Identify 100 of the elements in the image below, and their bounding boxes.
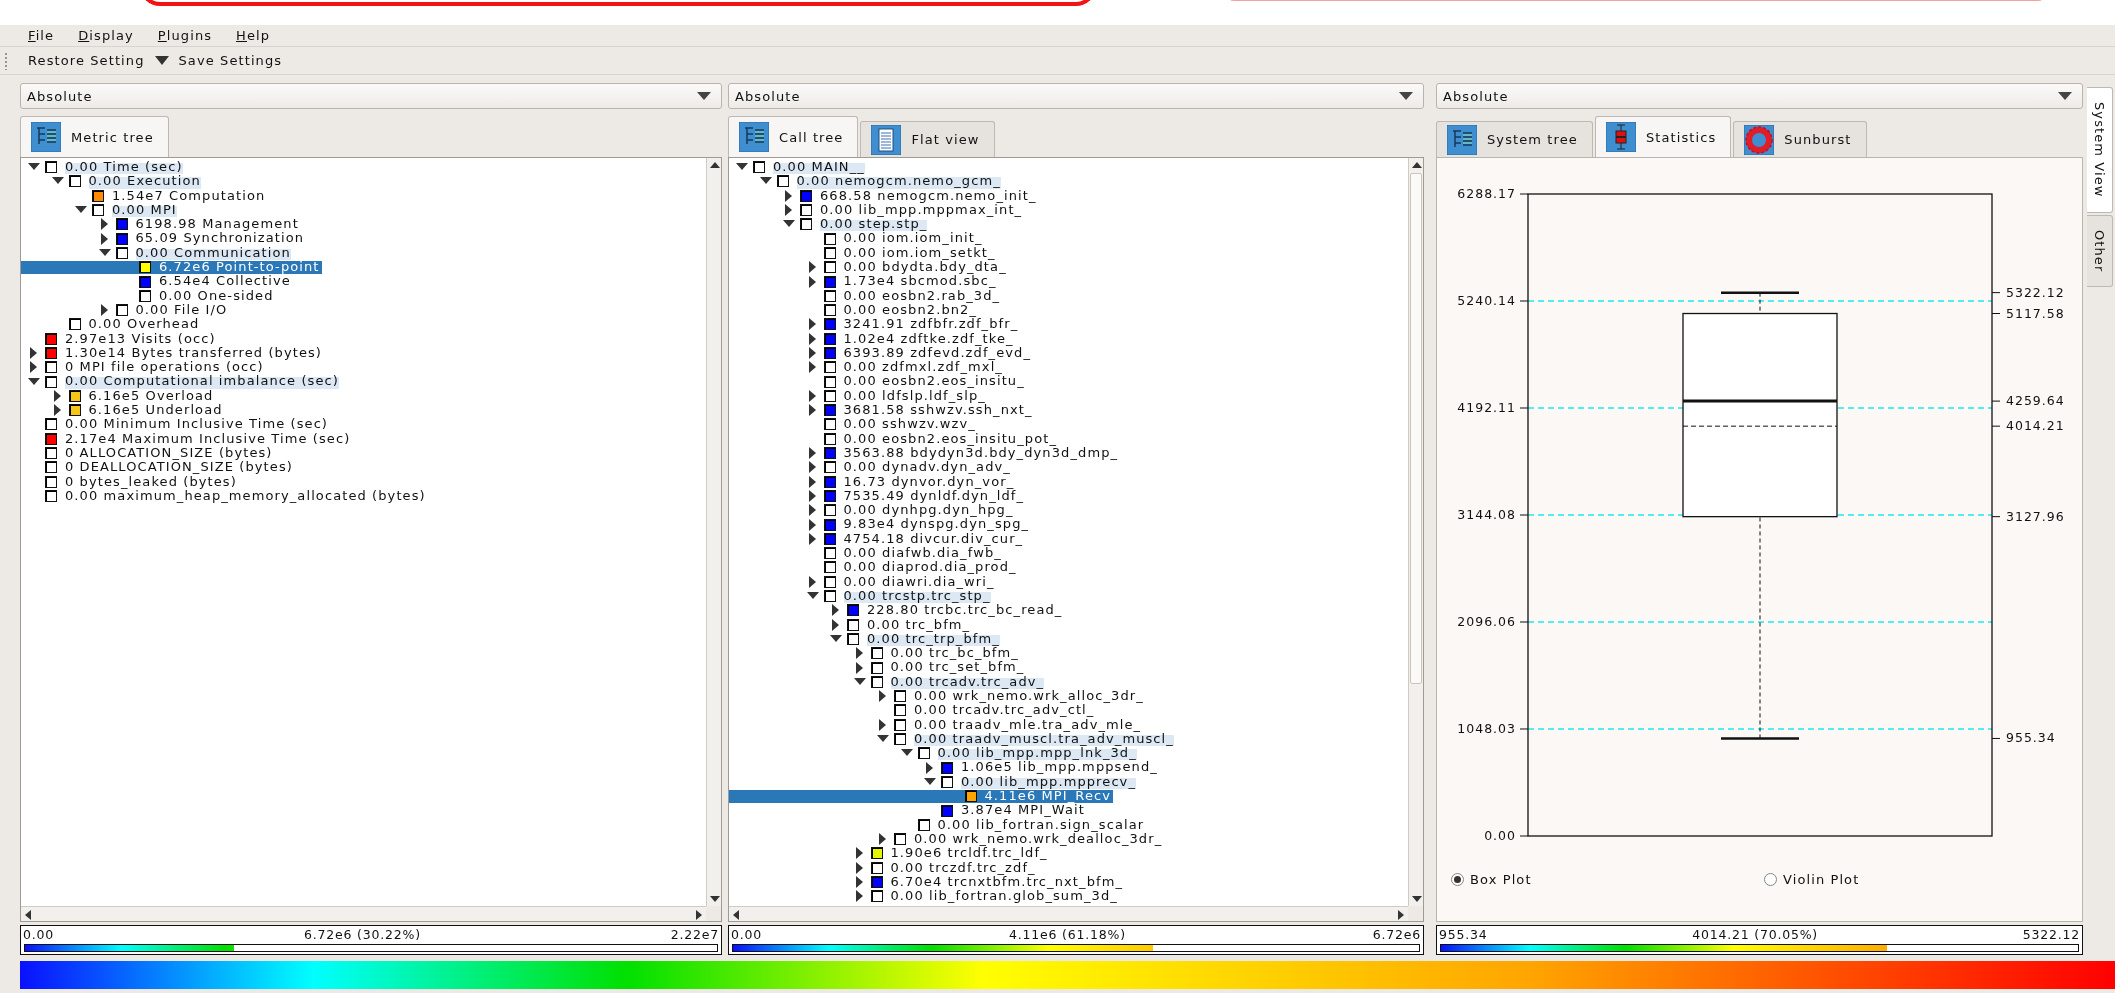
tree-item[interactable]: 0.00 lib_fortran.sign_scalar: [729, 817, 1147, 832]
tree-item[interactable]: 0.00 Overhead: [21, 317, 202, 332]
tree-item[interactable]: 0.00 eosbn2.rab_3d_: [729, 288, 1003, 303]
tree-item[interactable]: 7535.49 dynldf.dyn_ldf_: [729, 488, 1027, 504]
tree-item[interactable]: 0.00 trcadv.trc_adv_ctl_: [729, 703, 1097, 718]
tree-item[interactable]: 3241.91 zdfbfr.zdf_bfr_: [729, 317, 1021, 332]
plot-type-option[interactable]: Box Plot: [1451, 872, 1764, 887]
value-mode-dropdown[interactable]: Absolute: [1436, 83, 2083, 109]
tree-item[interactable]: 6.70e4 trcnxtbfm.trc_nxt_bfm_: [729, 874, 1126, 890]
tree-item[interactable]: 2.17e4 Maximum Inclusive Time (sec): [21, 431, 353, 446]
box-plot-icon: [1605, 122, 1636, 152]
tree-item[interactable]: 1.54e7 Computation: [21, 188, 268, 203]
tree-item[interactable]: 6198.98 Management: [21, 217, 301, 232]
tree-item[interactable]: 0.00 File I/O: [21, 302, 230, 318]
tree-item[interactable]: 16.73 dynvor.dyn_vor_: [729, 474, 1017, 489]
tree-item[interactable]: 0.00 eosbn2.bn2_: [729, 302, 980, 318]
menu-item[interactable]: Help: [234, 28, 273, 43]
save-settings-button[interactable]: Save Settings: [174, 51, 287, 70]
tree-item[interactable]: 1.02e4 zdftke.zdf_tke_: [729, 331, 1016, 346]
tree-item[interactable]: 0 ALLOCATION_SIZE (bytes): [21, 445, 275, 461]
tab[interactable]: System tree: [1436, 121, 1593, 157]
tree-item[interactable]: 0.00 MPI: [21, 202, 179, 218]
tree-item[interactable]: 0.00 traadv_mle.tra_adv_mle_: [729, 717, 1144, 732]
tree-item[interactable]: 0.00 sshwzv.wzv_: [729, 417, 978, 432]
value-mode-dropdown[interactable]: Absolute: [20, 83, 722, 109]
tree-item[interactable]: 0 bytes_leaked (bytes): [21, 474, 239, 489]
tick-mark: [1991, 292, 2001, 294]
scrollbar-corner: [706, 906, 721, 921]
tree-item[interactable]: 3681.58 sshwzv.ssh_nxt_: [729, 403, 1035, 418]
menu-item[interactable]: File: [26, 28, 57, 43]
tree-item[interactable]: 0.00 ldfslp.ldf_slp_: [729, 388, 988, 404]
tree-item[interactable]: 0.00 maximum_heap_memory_allocated (bytes): [21, 488, 428, 504]
vertical-scrollbar[interactable]: [1408, 158, 1423, 906]
radio-button[interactable]: [1764, 873, 1777, 886]
tree-item[interactable]: 6.16e5 Underload: [21, 403, 225, 418]
tree-item[interactable]: 0.00 lib_mpp.mpprecv_: [729, 774, 1139, 790]
tree-item[interactable]: 6.54e4 Collective: [21, 274, 293, 289]
tree-item[interactable]: 0.00 zdfmxl.zdf_mxl_: [729, 360, 1005, 375]
radio-button[interactable]: [1451, 873, 1464, 886]
tree-item[interactable]: 0.00 wrk_nemo.wrk_alloc_3dr_: [729, 689, 1146, 704]
tree-item[interactable]: 1.73e4 sbcmod.sbc_: [729, 274, 999, 289]
tree-item[interactable]: 4754.18 divcur.div_cur_: [729, 531, 1026, 546]
tree-item[interactable]: 0.00 dynhpg.dyn_hpg_: [729, 503, 1016, 518]
tree-item[interactable]: 1.06e5 lib_mpp.mppsend_: [729, 760, 1160, 775]
tree-item[interactable]: 0.00 Minimum Inclusive Time (sec): [21, 417, 331, 432]
tree-item[interactable]: 6.16e5 Overload: [21, 388, 216, 404]
tree-item[interactable]: 0.00 eosbn2.eos_insitu_pot_: [729, 431, 1059, 446]
tree-item[interactable]: 0.00 trc_bc_bfm_: [729, 646, 1021, 661]
tree-item[interactable]: 0 MPI file operations (occ): [21, 360, 266, 375]
vertical-scrollbar[interactable]: [706, 158, 721, 906]
tree-item[interactable]: 3.87e4 MPI_Wait: [729, 803, 1087, 818]
tab[interactable]: Flat view: [860, 121, 995, 157]
tree-item[interactable]: 6.72e6 Point-to-point: [21, 260, 322, 275]
tree-item[interactable]: 1.30e14 Bytes transferred (bytes): [21, 345, 325, 361]
horizontal-scrollbar[interactable]: [729, 906, 1408, 921]
caret-icon[interactable]: [154, 56, 169, 65]
menu-item[interactable]: Plugins: [155, 28, 215, 43]
plot-type-option[interactable]: Violin Plot: [1764, 872, 2077, 887]
tree-item[interactable]: 0.00 lib_mpp.mppmax_int_: [729, 202, 1025, 218]
tab[interactable]: Statistics: [1594, 116, 1732, 157]
tree-item[interactable]: 0.00 iom.iom_setkt_: [729, 245, 998, 261]
tree-item[interactable]: 0.00 lib_fortran.glob_sum_3d_: [729, 889, 1120, 904]
tree-item[interactable]: 0.00 lib_mpp.mpp_lnk_3d_: [729, 746, 1139, 761]
tree-item[interactable]: 0.00 diawri.dia_wri_: [729, 574, 997, 589]
tree-item[interactable]: 0.00 trczdf.trc_zdf_: [729, 860, 1038, 875]
tree-item[interactable]: 4.11e6 MPI_Recv: [729, 789, 1114, 804]
tree-item[interactable]: 0.00 bdydta.bdy_dta_: [729, 260, 1009, 275]
tree-item[interactable]: 0.00 trcadv.trc_adv_: [729, 674, 1047, 689]
tree-item[interactable]: 0.00 trc_bfm_: [729, 617, 973, 632]
tree-item[interactable]: 65.09 Synchronization: [21, 231, 307, 246]
tab[interactable]: Metric tree: [20, 116, 169, 157]
tree-item[interactable]: 228.80 trcbc.trc_bc_read_: [729, 603, 1065, 618]
tab[interactable]: Sunburst: [1733, 121, 1867, 157]
tree-item[interactable]: 0.00 trc_trp_bfm_: [729, 631, 1002, 647]
tree-item[interactable]: 1.90e6 trcldf.trc_ldf_: [729, 846, 1050, 861]
tree-item[interactable]: 0.00 dynadv.dyn_adv_: [729, 460, 1013, 475]
tree-item[interactable]: 0 DEALLOCATION_SIZE (bytes): [21, 460, 295, 475]
tree-item[interactable]: 2.97e13 Visits (occ): [21, 331, 218, 346]
toolbar-grip: [4, 51, 8, 70]
tick-mark: [1991, 737, 2001, 739]
menu-item[interactable]: Display: [76, 28, 136, 43]
tree-item[interactable]: 0.00 wrk_nemo.wrk_dealloc_3dr_: [729, 831, 1165, 847]
tree-item[interactable]: 6393.89 zdfevd.zdf_evd_: [729, 345, 1033, 361]
tree-item[interactable]: 9.83e4 dynspg.dyn_spg_: [729, 517, 1032, 532]
tree-item[interactable]: 668.58 nemogcm.nemo_init_: [729, 188, 1039, 203]
restore-settings-button[interactable]: Restore Setting: [24, 51, 149, 70]
tree-item[interactable]: 3563.88 bdydyn3d.bdy_dyn3d_dmp_: [729, 445, 1121, 461]
tree-item[interactable]: 0.00 diaprod.dia_prod_: [729, 560, 1019, 575]
side-tab[interactable]: System View: [2087, 87, 2113, 213]
tree-item[interactable]: 0.00 One-sided: [21, 288, 276, 303]
tab[interactable]: Call tree: [728, 116, 859, 157]
horizontal-scrollbar[interactable]: [21, 906, 706, 921]
tree-item[interactable]: 0.00 diafwb.dia_fwb_: [729, 546, 1004, 561]
tree-item[interactable]: 0.00 eosbn2.eos_insitu_: [729, 374, 1027, 389]
tree-item[interactable]: 0.00 iom.iom_init_: [729, 231, 985, 246]
stat-label: 4014.21: [2006, 418, 2065, 434]
tree-item[interactable]: 0.00 trc_set_bfm_: [729, 660, 1027, 675]
value-mode-dropdown[interactable]: Absolute: [728, 83, 1424, 109]
side-tab[interactable]: Other: [2087, 214, 2113, 287]
ring-icon: [1744, 124, 1775, 155]
